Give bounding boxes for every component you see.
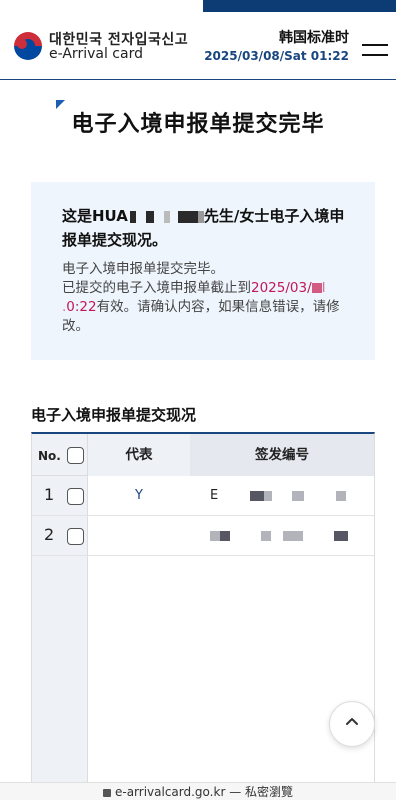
row-checkbox[interactable] (67, 528, 84, 545)
header-issue-number: 签发编号 (190, 434, 374, 476)
deadline-date: 2025/03/ (251, 280, 312, 296)
table-header: No. 代表 签发编号 (32, 434, 374, 476)
redacted-block (145, 210, 154, 223)
redacted-block (129, 210, 136, 223)
row-representative[interactable]: Y (88, 476, 190, 516)
header-number: No. (38, 449, 61, 463)
deadline-suffix: 有效。请确认内容，如果信息错误，请修改。 (62, 299, 340, 334)
deadline-time: 0:22 (66, 299, 97, 315)
lock-icon (102, 789, 111, 797)
taegeuk-logo-icon[interactable] (14, 32, 42, 60)
redacted-block (210, 531, 220, 541)
select-all-checkbox[interactable] (67, 447, 84, 464)
table-row[interactable]: 1 Y E (32, 476, 374, 516)
redacted-block (311, 283, 322, 293)
hamburger-menu-icon[interactable] (362, 39, 388, 59)
redacted-block (292, 491, 304, 501)
scroll-to-top-button[interactable] (329, 701, 375, 747)
timezone-label: 韩国标准时 (279, 30, 349, 46)
row-number: 1 (44, 485, 55, 504)
chevron-up-icon (345, 712, 359, 733)
redacted-block (283, 531, 303, 541)
redacted-block (163, 210, 170, 223)
redacted-block (264, 491, 272, 501)
redacted-block (334, 531, 348, 541)
deadline-prefix: 已提交的电子入境申报单截止到 (62, 280, 251, 296)
redacted-block (220, 531, 230, 541)
redacted-block (261, 531, 271, 541)
notice-body: 电子入境申报单提交完毕。 已提交的电子入境申报单截止到2025/03/I .0:… (62, 260, 353, 336)
issue-number-prefix: E (210, 488, 219, 503)
redacted-block (250, 491, 264, 501)
redacted-block (336, 491, 346, 501)
row-representative[interactable] (88, 516, 190, 556)
redacted-block (177, 210, 198, 223)
notice-name-prefix: 这是HUA (62, 207, 128, 225)
row-number: 2 (44, 525, 55, 544)
site-header: 대한민국 전자입국신고 e-Arrival card 韩国标准时 2025/03… (0, 12, 396, 80)
status-section-title: 电子入境申报单提交现况 (31, 406, 197, 424)
submission-notice: 这是HUA 先生/女士电子入境申报单提交现况。 电子入境申报单提交完毕。 已提交的… (31, 182, 375, 360)
submission-table: No. 代表 签发编号 1 Y E 2 (31, 432, 375, 784)
brand-name-english[interactable]: e-Arrival card (49, 46, 143, 62)
notice-line-complete: 电子入境申报单提交完毕。 (62, 261, 224, 277)
top-accent-bar (203, 0, 396, 12)
table-row[interactable]: 2 (32, 516, 374, 556)
browser-url: e-arrivalcard.go.kr — 私密瀏覽 (114, 785, 294, 799)
notice-heading: 这是HUA 先生/女士电子入境申报单提交现况。 (62, 204, 353, 252)
browser-url-bar[interactable]: e-arrivalcard.go.kr — 私密瀏覽 (0, 782, 396, 800)
current-time: 2025/03/08/Sat 01:22 (204, 49, 349, 63)
header-representative: 代表 (88, 434, 190, 476)
page-title: 电子入境申报单提交完毕 (71, 112, 325, 137)
row-checkbox[interactable] (67, 488, 84, 505)
notice-line-deadline: 已提交的电子入境申报单截止到2025/03/I .0:22有效。请确认内容，如果… (62, 280, 340, 334)
